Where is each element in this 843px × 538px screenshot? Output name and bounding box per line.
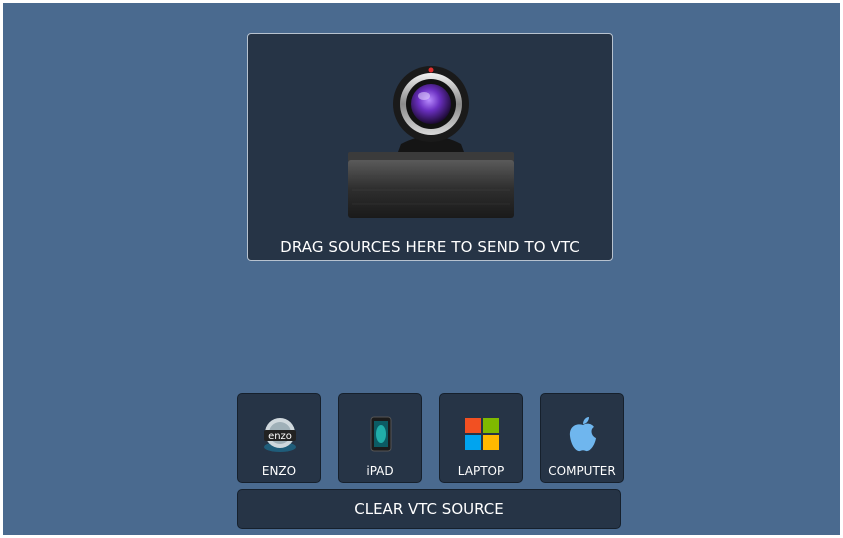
vtc-drop-zone[interactable]: DRAG SOURCES HERE TO SEND TO VTC [247,33,613,261]
source-label: COMPUTER [548,464,616,478]
enzo-icon: enzo [264,418,296,452]
source-enzo[interactable]: enzo ENZO [237,393,321,483]
source-label: LAPTOP [457,464,505,478]
ipad-icon [370,416,392,452]
windows-icon [465,418,499,450]
drop-zone-caption: DRAG SOURCES HERE TO SEND TO VTC [280,238,580,256]
svg-text:enzo: enzo [268,431,292,442]
source-ipad[interactable]: iPAD [338,393,422,483]
source-computer[interactable]: COMPUTER [540,393,624,483]
source-label: ENZO [261,464,297,478]
source-label: iPAD [366,464,394,478]
clear-vtc-source-button[interactable]: CLEAR VTC SOURCE [237,489,621,529]
apple-icon [569,417,596,452]
vtc-source-screen: DRAG SOURCES HERE TO SEND TO VTC enzo EN… [3,3,840,535]
source-laptop[interactable]: LAPTOP [439,393,523,483]
webcam-icon [348,66,514,218]
